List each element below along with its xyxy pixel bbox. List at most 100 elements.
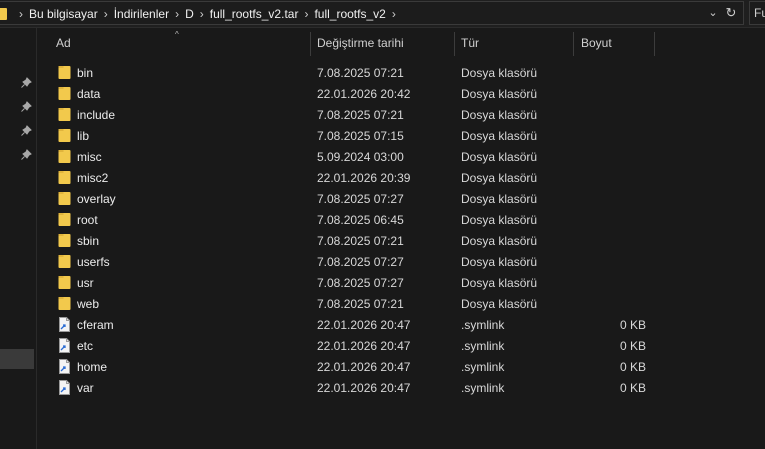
- folder-icon: [58, 86, 71, 101]
- folder-icon: [58, 170, 71, 185]
- file-row[interactable]: data 22.01.2026 20:42 Dosya klasörü: [37, 83, 765, 104]
- file-type: Dosya klasörü: [461, 234, 538, 248]
- file-name: bin: [77, 66, 94, 80]
- file-type: Dosya klasörü: [461, 297, 538, 311]
- pin-icon[interactable]: [20, 101, 32, 113]
- column-header: ^ Ad Değiştirme tarihi Tür Boyut: [37, 30, 765, 58]
- file-name: web: [77, 297, 100, 311]
- chevron-right-icon[interactable]: ›: [104, 8, 108, 20]
- file-row[interactable]: lib 7.08.2025 07:15 Dosya klasörü: [37, 125, 765, 146]
- column-divider[interactable]: [573, 32, 574, 56]
- file-modified: 22.01.2026 20:47: [317, 360, 411, 374]
- file-modified: 7.08.2025 07:21: [317, 297, 404, 311]
- file-modified: 22.01.2026 20:39: [317, 171, 411, 185]
- file-modified: 7.08.2025 07:21: [317, 66, 404, 80]
- column-divider[interactable]: [454, 32, 455, 56]
- chevron-right-icon[interactable]: ›: [200, 8, 204, 20]
- file-row[interactable]: root 7.08.2025 06:45 Dosya klasörü: [37, 209, 765, 230]
- folder-icon: [58, 212, 71, 227]
- file-name: include: [77, 108, 116, 122]
- file-row[interactable]: misc 5.09.2024 03:00 Dosya klasörü: [37, 146, 765, 167]
- breadcrumb-item-d[interactable]: D: [185, 7, 194, 21]
- folder-icon: [58, 65, 71, 80]
- chevron-right-icon[interactable]: ›: [304, 8, 308, 20]
- file-type: Dosya klasörü: [461, 171, 538, 185]
- file-modified: 22.01.2026 20:42: [317, 87, 411, 101]
- file-modified: 7.08.2025 07:21: [317, 234, 404, 248]
- file-type: Dosya klasörü: [461, 150, 538, 164]
- pin-icon[interactable]: [20, 125, 32, 137]
- address-box[interactable]: › Bu bilgisayar › İndirilenler › D › ful…: [0, 1, 744, 25]
- pin-icon[interactable]: [20, 77, 32, 89]
- file-name: userfs: [77, 255, 110, 269]
- file-row[interactable]: var 22.01.2026 20:47 .symlink 0 KB: [37, 377, 765, 398]
- file-type: Dosya klasörü: [461, 87, 538, 101]
- file-row[interactable]: home 22.01.2026 20:47 .symlink 0 KB: [37, 356, 765, 377]
- file-row[interactable]: cferam 22.01.2026 20:47 .symlink 0 KB: [37, 314, 765, 335]
- file-name: usr: [77, 276, 94, 290]
- file-name: etc: [77, 339, 94, 353]
- column-divider[interactable]: [310, 32, 311, 56]
- file-size: 0 KB: [619, 381, 646, 395]
- file-modified: 7.08.2025 07:27: [317, 255, 404, 269]
- file-row[interactable]: sbin 7.08.2025 07:21 Dosya klasörü: [37, 230, 765, 251]
- file-type: Dosya klasörü: [461, 192, 538, 206]
- folder-icon: [58, 233, 71, 248]
- file-row[interactable]: include 7.08.2025 07:21 Dosya klasörü: [37, 104, 765, 125]
- chevron-right-icon[interactable]: ›: [19, 8, 23, 20]
- file-name: lib: [77, 129, 90, 143]
- file-name: sbin: [77, 234, 100, 248]
- file-type: .symlink: [461, 318, 505, 332]
- file-icon: [58, 359, 71, 374]
- chevron-down-icon[interactable]: ⌄: [707, 7, 719, 19]
- file-row[interactable]: web 7.08.2025 07:21 Dosya klasörü: [37, 293, 765, 314]
- file-type: .symlink: [461, 381, 505, 395]
- file-row[interactable]: overlay 7.08.2025 07:27 Dosya klasörü: [37, 188, 765, 209]
- folder-icon: [58, 275, 71, 290]
- file-modified: 22.01.2026 20:47: [317, 339, 411, 353]
- file-modified: 22.01.2026 20:47: [317, 381, 411, 395]
- column-modified[interactable]: Değiştirme tarihi: [317, 36, 404, 50]
- folder-icon: [58, 296, 71, 311]
- column-type[interactable]: Tür: [461, 36, 479, 50]
- file-size: 0 KB: [619, 318, 646, 332]
- file-row[interactable]: userfs 7.08.2025 07:27 Dosya klasörü: [37, 251, 765, 272]
- file-type: Dosya klasörü: [461, 129, 538, 143]
- file-icon: [58, 380, 71, 395]
- folder-icon: [58, 128, 71, 143]
- nav-selected-item[interactable]: [0, 349, 34, 369]
- file-type: Dosya klasörü: [461, 213, 538, 227]
- file-name: misc: [77, 150, 102, 164]
- search-input[interactable]: Fu: [749, 1, 765, 25]
- column-name[interactable]: Ad: [56, 36, 71, 50]
- breadcrumb-item-tar[interactable]: full_rootfs_v2.tar: [210, 7, 299, 21]
- file-row[interactable]: etc 22.01.2026 20:47 .symlink 0 KB: [37, 335, 765, 356]
- file-modified: 7.08.2025 07:15: [317, 129, 404, 143]
- file-name: var: [77, 381, 94, 395]
- chevron-right-icon[interactable]: ›: [175, 8, 179, 20]
- folder-icon: [58, 254, 71, 269]
- navigation-pane: [0, 28, 37, 449]
- address-bar: › Bu bilgisayar › İndirilenler › D › ful…: [0, 0, 765, 28]
- file-size: 0 KB: [619, 360, 646, 374]
- breadcrumb-item-this-pc[interactable]: Bu bilgisayar: [29, 7, 98, 21]
- breadcrumb: › Bu bilgisayar › İndirilenler › D › ful…: [0, 2, 402, 26]
- pin-icon[interactable]: [20, 149, 32, 161]
- column-divider[interactable]: [654, 32, 655, 56]
- breadcrumb-item-downloads[interactable]: İndirilenler: [114, 7, 169, 21]
- folder-icon: [0, 8, 7, 20]
- file-type: .symlink: [461, 360, 505, 374]
- breadcrumb-item-current[interactable]: full_rootfs_v2: [314, 7, 385, 21]
- file-type: Dosya klasörü: [461, 276, 538, 290]
- file-row[interactable]: bin 7.08.2025 07:21 Dosya klasörü: [37, 62, 765, 83]
- search-placeholder: Fu: [754, 6, 765, 20]
- file-row[interactable]: usr 7.08.2025 07:27 Dosya klasörü: [37, 272, 765, 293]
- column-size[interactable]: Boyut: [581, 36, 612, 50]
- file-row[interactable]: misc2 22.01.2026 20:39 Dosya klasörü: [37, 167, 765, 188]
- file-modified: 7.08.2025 07:27: [317, 276, 404, 290]
- file-name: misc2: [77, 171, 109, 185]
- refresh-icon[interactable]: ↻: [724, 6, 738, 20]
- file-type: Dosya klasörü: [461, 108, 538, 122]
- chevron-right-icon[interactable]: ›: [392, 8, 396, 20]
- folder-icon: [58, 149, 71, 164]
